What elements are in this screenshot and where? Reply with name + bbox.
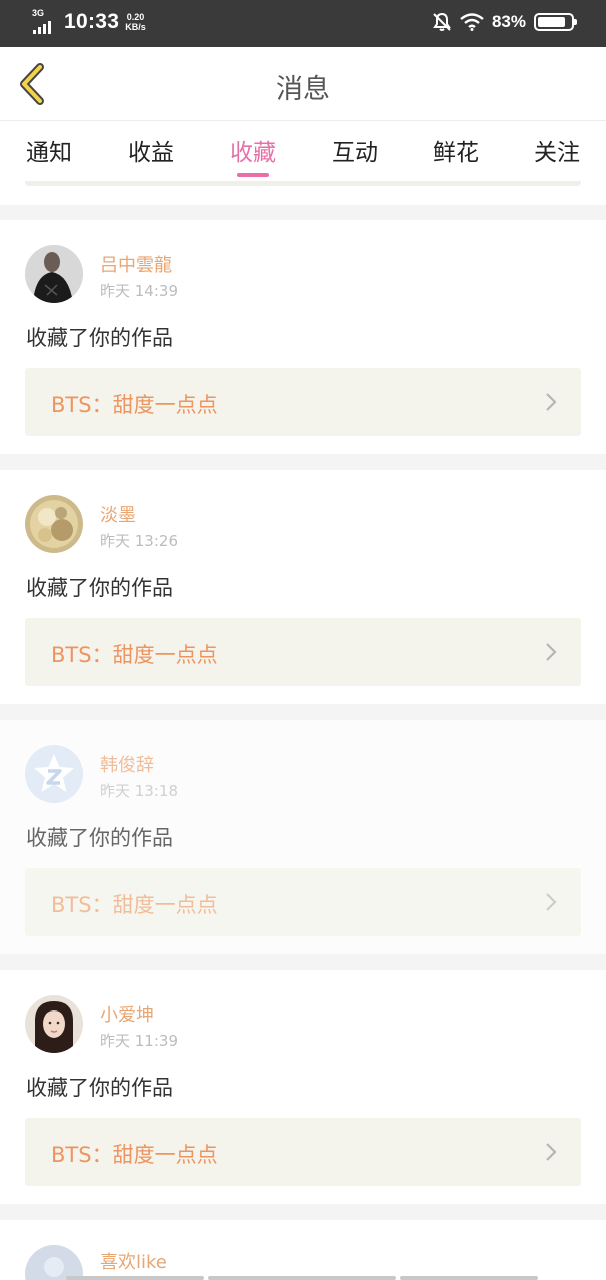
username[interactable]: 韩俊辞: [100, 751, 154, 777]
active-tab-indicator: [237, 173, 269, 177]
username[interactable]: 小爱坤: [100, 1001, 154, 1027]
work-link[interactable]: BTS：甜度一点点: [25, 368, 581, 436]
user-avatar[interactable]: [25, 245, 83, 303]
chevron-right-icon: [546, 893, 557, 911]
nav-indicator: [400, 1276, 538, 1280]
user-avatar[interactable]: [25, 745, 83, 803]
previous-card-remnant: [0, 181, 606, 205]
tab-bar: 通知 收益 收藏 互动 鲜花 关注: [0, 121, 606, 181]
network-speed-value: 0.20: [126, 12, 145, 22]
tab-notifications[interactable]: 通知: [4, 133, 94, 167]
page-title: 消息: [276, 74, 330, 105]
nav-indicator: [208, 1276, 396, 1280]
tab-label: 互动: [332, 140, 378, 166]
tab-label: 鲜花: [433, 140, 479, 166]
battery-percent: 83%: [491, 12, 526, 31]
message-time: 昨天 11:39: [100, 1032, 178, 1050]
work-title: BTS：甜度一点点: [51, 643, 218, 667]
battery-fill: [538, 17, 565, 27]
message-time: 昨天 13:26: [100, 532, 178, 550]
username[interactable]: 吕中雲龍: [100, 251, 172, 277]
network-type: 3G: [32, 8, 45, 18]
man-photo-avatar: [25, 245, 83, 303]
work-title: BTS：甜度一点点: [51, 1143, 218, 1167]
app-header: 消息: [0, 47, 606, 121]
user-avatar[interactable]: [25, 995, 83, 1053]
tab-follow[interactable]: 关注: [512, 133, 602, 167]
action-text: 收藏了你的作品: [26, 326, 173, 350]
girl-photo-avatar: [25, 995, 83, 1053]
tab-label: 收藏: [230, 140, 276, 166]
user-avatar[interactable]: [25, 1245, 83, 1280]
status-bar-right: 83%: [432, 12, 577, 32]
wifi-icon: [460, 13, 484, 31]
work-title: BTS：甜度一点点: [51, 393, 218, 417]
username[interactable]: 淡墨: [100, 501, 136, 527]
message-card: 小爱坤 昨天 11:39 收藏了你的作品 BTS：甜度一点点: [0, 970, 606, 1204]
message-time: 昨天 13:18: [100, 782, 178, 800]
tab-flowers[interactable]: 鲜花: [411, 133, 501, 167]
message-time: 昨天 14:39: [100, 282, 178, 300]
tab-label: 收益: [128, 140, 174, 166]
work-link[interactable]: BTS：甜度一点点: [25, 1118, 581, 1186]
message-card: 韩俊辞 昨天 13:18 收藏了你的作品 BTS：甜度一点点: [0, 720, 606, 954]
battery-icon: [534, 13, 577, 31]
action-text: 收藏了你的作品: [26, 1076, 173, 1100]
tab-label: 关注: [534, 140, 580, 166]
nav-indicator: [66, 1276, 204, 1280]
flower-photo-avatar: [25, 495, 83, 553]
message-card: 淡墨 昨天 13:26 收藏了你的作品 BTS：甜度一点点: [0, 470, 606, 704]
action-text: 收藏了你的作品: [26, 576, 173, 600]
tab-interactions[interactable]: 互动: [310, 133, 400, 167]
chevron-right-icon: [546, 1143, 557, 1161]
network-speed: 0.20 KB/s: [125, 12, 146, 32]
action-text: 收藏了你的作品: [26, 826, 173, 850]
signal-icon: 3G: [32, 8, 58, 34]
user-avatar[interactable]: [25, 495, 83, 553]
status-bar: 3G 10:33 0.20 KB/s 83%: [0, 0, 606, 47]
clock: 10:33: [64, 10, 120, 33]
bell-muted-icon: [433, 12, 451, 31]
chevron-right-icon: [546, 393, 557, 411]
tab-earnings[interactable]: 收益: [106, 133, 196, 167]
default-star-avatar: [25, 745, 83, 803]
work-link[interactable]: BTS：甜度一点点: [25, 618, 581, 686]
username[interactable]: 喜欢like: [100, 1248, 167, 1274]
work-title: BTS：甜度一点点: [51, 893, 218, 917]
status-bar-left: 3G 10:33 0.20 KB/s: [32, 8, 146, 34]
work-link[interactable]: BTS：甜度一点点: [25, 868, 581, 936]
network-speed-unit: KB/s: [125, 22, 146, 32]
tab-label: 通知: [26, 140, 72, 166]
message-card: 喜欢like: [0, 1220, 606, 1280]
chevron-right-icon: [546, 643, 557, 661]
default-avatar: [25, 1245, 83, 1280]
tab-favorites[interactable]: 收藏: [208, 133, 298, 177]
message-card: 吕中雲龍 昨天 14:39 收藏了你的作品 BTS：甜度一点点: [0, 220, 606, 454]
